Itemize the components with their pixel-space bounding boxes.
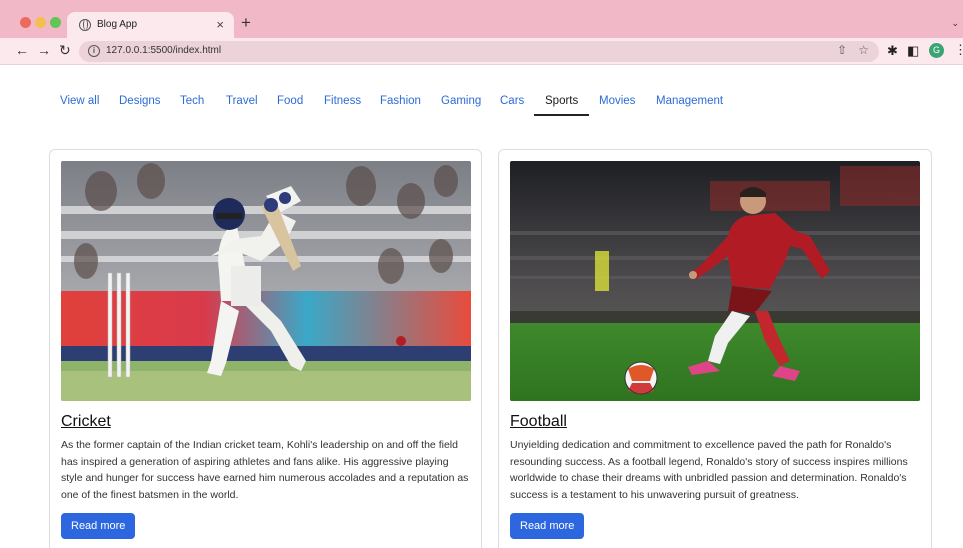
chevron-down-icon[interactable]: ⌄ bbox=[951, 18, 959, 29]
blog-card-football: Football Unyielding dedication and commi… bbox=[498, 149, 932, 548]
address-bar-row: ← → ↻ i 127.0.0.1:5500/index.html ⇧ ☆ ✱ … bbox=[0, 38, 963, 65]
blog-card-cricket: Cricket As the former captain of the Ind… bbox=[49, 149, 482, 548]
nav-link-travel[interactable]: Travel bbox=[226, 95, 258, 107]
back-arrow-icon[interactable]: ← bbox=[15, 42, 29, 58]
nav-link-gaming[interactable]: Gaming bbox=[441, 95, 481, 107]
active-tab-indicator bbox=[534, 114, 589, 116]
nav-link-sports[interactable]: Sports bbox=[545, 95, 578, 107]
nav-link-designs[interactable]: Designs bbox=[119, 95, 161, 107]
forward-arrow-icon[interactable]: → bbox=[37, 42, 51, 58]
reload-icon[interactable]: ↻ bbox=[59, 42, 71, 59]
address-bar[interactable]: i 127.0.0.1:5500/index.html ⇧ ☆ bbox=[79, 41, 879, 62]
browser-tab-bar: Blog App × + ⌄ bbox=[0, 0, 963, 38]
card-title[interactable]: Football bbox=[510, 413, 567, 431]
cricket-photo bbox=[61, 161, 471, 401]
url-text[interactable]: 127.0.0.1:5500/index.html bbox=[106, 45, 221, 56]
extensions-icon[interactable]: ✱ bbox=[887, 43, 898, 59]
info-icon[interactable]: i bbox=[88, 45, 100, 57]
close-window-button[interactable] bbox=[20, 17, 31, 28]
globe-icon bbox=[79, 19, 91, 31]
read-more-button[interactable]: Read more bbox=[61, 513, 136, 539]
nav-link-view-all[interactable]: View all bbox=[60, 95, 99, 107]
football-photo bbox=[510, 161, 920, 401]
nav-link-management[interactable]: Management bbox=[656, 95, 723, 107]
sidebar-icon[interactable]: ◧ bbox=[907, 43, 919, 59]
read-more-button[interactable]: Read more bbox=[510, 513, 585, 539]
nav-link-movies[interactable]: Movies bbox=[599, 95, 635, 107]
card-title[interactable]: Cricket bbox=[61, 413, 111, 431]
new-tab-button[interactable]: + bbox=[241, 13, 251, 33]
nav-link-cars[interactable]: Cars bbox=[500, 95, 524, 107]
share-icon[interactable]: ⇧ bbox=[837, 43, 847, 57]
card-text: Unyielding dedication and commitment to … bbox=[510, 439, 908, 501]
nav-link-fitness[interactable]: Fitness bbox=[324, 95, 361, 107]
tab-close-button[interactable]: × bbox=[216, 17, 224, 32]
minimize-window-button[interactable] bbox=[35, 17, 46, 28]
tab-title: Blog App bbox=[97, 19, 138, 30]
profile-avatar[interactable]: G bbox=[929, 43, 944, 58]
maximize-window-button[interactable] bbox=[50, 17, 61, 28]
card-text: As the former captain of the Indian cric… bbox=[61, 439, 469, 501]
nav-link-food[interactable]: Food bbox=[277, 95, 303, 107]
browser-tab[interactable]: Blog App × bbox=[67, 12, 234, 38]
nav-link-tech[interactable]: Tech bbox=[180, 95, 204, 107]
nav-link-fashion[interactable]: Fashion bbox=[380, 95, 421, 107]
menu-kebab-icon[interactable]: ⋮ bbox=[954, 42, 963, 58]
bookmark-star-icon[interactable]: ☆ bbox=[858, 43, 869, 57]
